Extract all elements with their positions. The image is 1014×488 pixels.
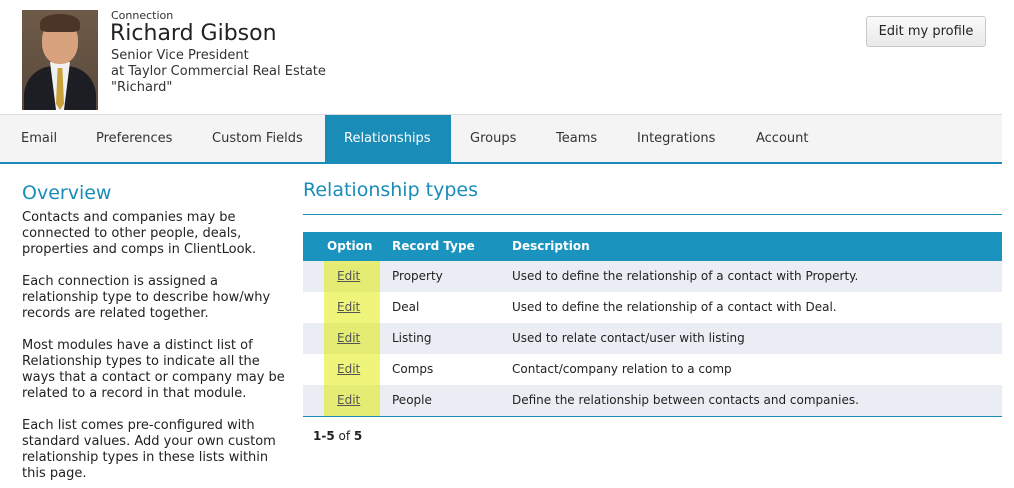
table-bottom-border [303,416,1002,417]
table-header: Option Record Type Description [303,232,1002,261]
overview-paragraph: Contacts and companies may be connected … [22,210,257,257]
relationship-types-table: Option Record Type Description Edit Prop… [303,232,1002,416]
overview-paragraph: Each list comes pre-configured with stan… [22,418,276,481]
record-type-cell: People [392,393,432,407]
table-row: Edit People Define the relationship betw… [303,385,1002,416]
person-nickname: "Richard" [111,80,173,95]
pager-of: of [338,429,351,443]
relationship-types-title: Relationship types [303,179,479,201]
edit-link[interactable]: Edit [337,354,360,385]
option-cell: Edit [324,292,380,323]
description-cell: Used to relate contact/user with listing [512,331,745,345]
tab-relationships[interactable]: Relationships [325,115,451,163]
record-type-cell: Listing [392,331,432,345]
person-title: Senior Vice President [111,48,249,63]
overview-title: Overview [22,182,112,204]
overview-paragraph: Each connection is assigned a relationsh… [22,274,271,321]
column-header-record-type: Record Type [392,239,475,253]
edit-link[interactable]: Edit [337,261,360,292]
settings-tabs: Email Preferences Custom Fields Relation… [0,114,1002,164]
option-cell: Edit [324,261,380,292]
record-type-cell: Deal [392,300,420,314]
table-row: Edit Listing Used to relate contact/user… [303,323,1002,354]
option-cell: Edit [324,354,380,385]
pager-total: 5 [353,429,363,443]
tab-account[interactable]: Account [737,115,828,163]
edit-link[interactable]: Edit [337,323,360,354]
description-cell: Contact/company relation to a comp [512,362,732,376]
title-divider [303,214,1002,215]
profile-photo [22,10,98,110]
option-cell: Edit [324,385,380,416]
person-name: Richard Gibson [110,21,277,46]
tab-groups[interactable]: Groups [451,115,535,163]
tab-email[interactable]: Email [2,115,76,163]
edit-link[interactable]: Edit [337,385,360,416]
tab-integrations[interactable]: Integrations [618,115,734,163]
pager-range: 1-5 [313,429,335,443]
record-type-cell: Comps [392,362,434,376]
description-cell: Define the relationship between contacts… [512,393,859,407]
person-company: at Taylor Commercial Real Estate [111,64,326,79]
tab-custom-fields[interactable]: Custom Fields [193,115,322,163]
column-header-option: Option [327,239,373,253]
column-header-description: Description [512,239,590,253]
table-row: Edit Property Used to define the relatio… [303,261,1002,292]
profile-header: Connection Richard Gibson Senior Vice Pr… [0,0,1014,114]
tab-teams[interactable]: Teams [537,115,616,163]
option-cell: Edit [324,323,380,354]
table-row: Edit Comps Contact/company relation to a… [303,354,1002,385]
pagination-info: 1-5 of 5 [313,429,362,443]
edit-profile-button[interactable]: Edit my profile [866,16,986,47]
edit-link[interactable]: Edit [337,292,360,323]
overview-paragraph: Most modules have a distinct list of Rel… [22,338,285,401]
description-cell: Used to define the relationship of a con… [512,269,859,283]
table-row: Edit Deal Used to define the relationshi… [303,292,1002,323]
tab-preferences[interactable]: Preferences [77,115,191,163]
description-cell: Used to define the relationship of a con… [512,300,837,314]
record-type-cell: Property [392,269,443,283]
